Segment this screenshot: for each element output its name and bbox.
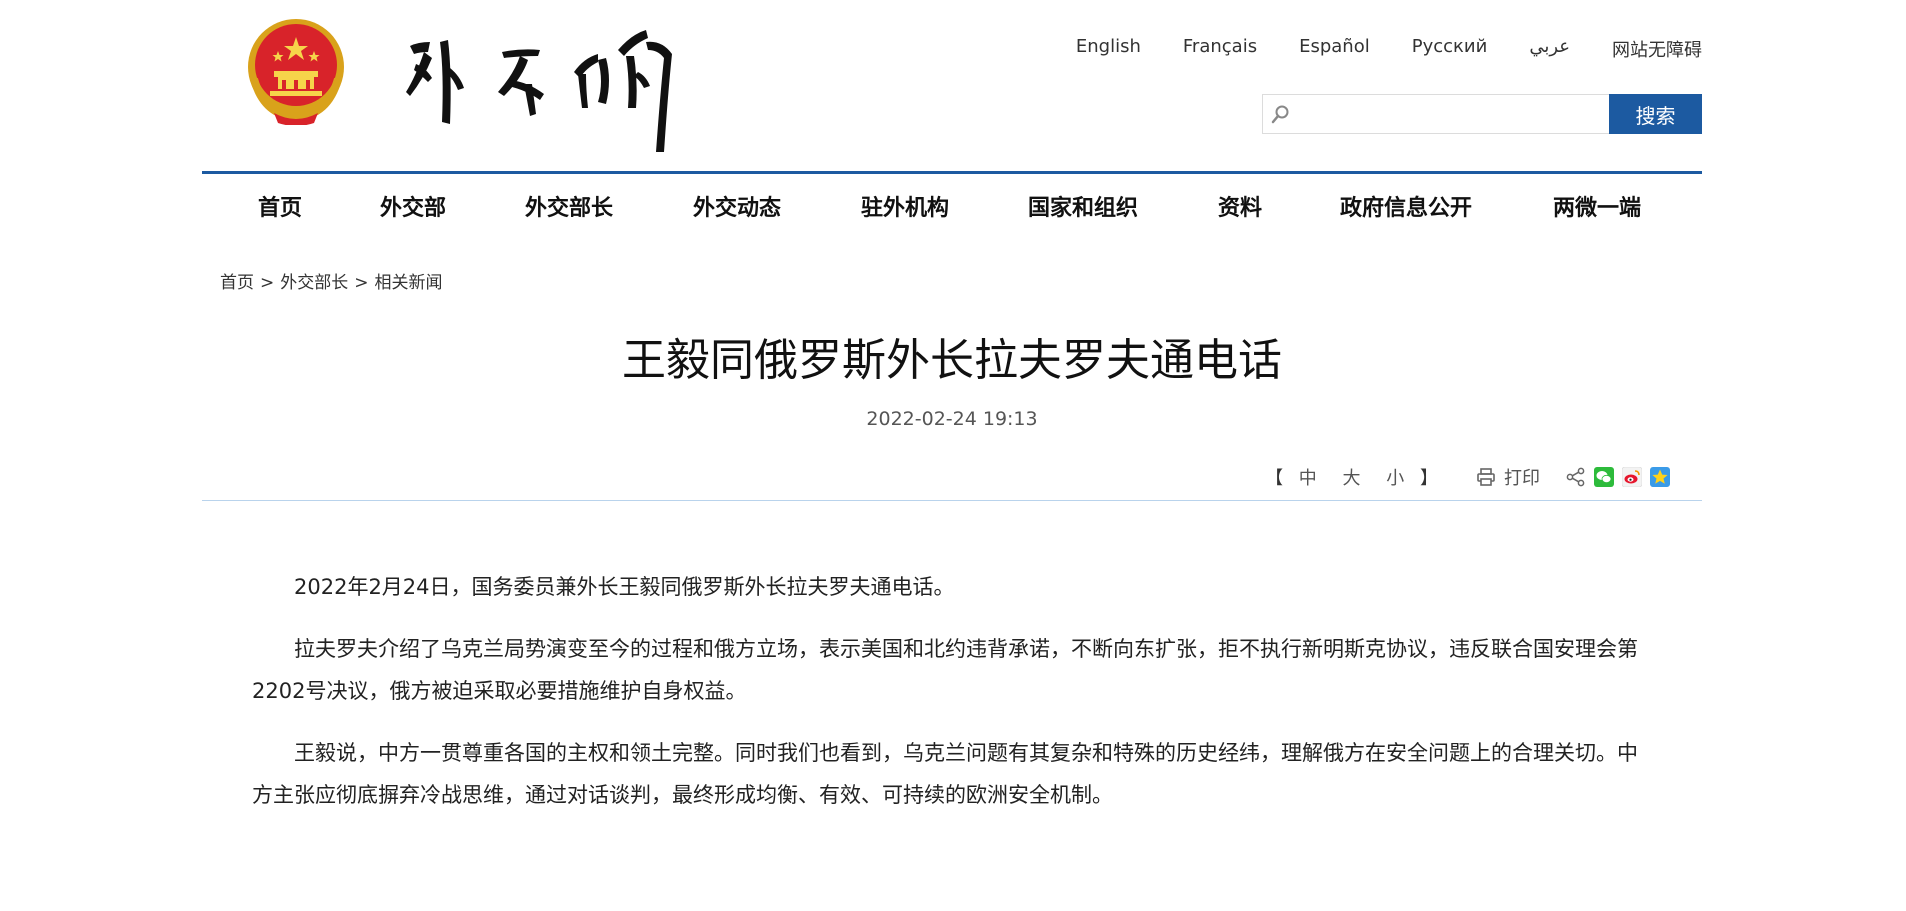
breadcrumb-minister[interactable]: 外交部长 (280, 273, 348, 293)
nav-home[interactable]: 首页 (258, 190, 302, 222)
nav-ministry[interactable]: 外交部 (380, 190, 446, 222)
main-nav: 首页 外交部 外交部长 外交动态 驻外机构 国家和组织 资料 政府信息公开 两微… (202, 190, 1702, 224)
font-size-controls: 【 中 大 小 】 (1265, 464, 1438, 490)
nav-missions-abroad[interactable]: 驻外机构 (861, 190, 949, 222)
breadcrumb-home[interactable]: 首页 (220, 273, 254, 293)
search-input[interactable] (1263, 95, 1609, 133)
nav-government-information[interactable]: 政府信息公开 (1340, 190, 1472, 222)
nav-social-media[interactable]: 两微一端 (1553, 190, 1641, 222)
breadcrumb-separator: > (354, 273, 369, 293)
article-body: 2022年2月24日，国务委员兼外长王毅同俄罗斯外长拉夫罗夫通电话。 拉夫罗夫介… (252, 566, 1652, 836)
toolbar-divider (202, 500, 1702, 501)
font-size-medium-button[interactable]: 大 (1343, 468, 1361, 489)
ministry-calligraphy-logo[interactable] (402, 12, 692, 158)
language-bar: English Français Español Русский عربي 网站… (1034, 36, 1702, 62)
print-button[interactable]: 打印 (1476, 464, 1540, 490)
bracket-close: 】 (1420, 468, 1438, 489)
article-paragraph: 王毅说，中方一贯尊重各国的主权和领土完整。同时我们也看到，乌克兰问题有其复杂和特… (252, 741, 1638, 807)
article-title: 王毅同俄罗斯外长拉夫罗夫通电话 (622, 335, 1282, 386)
national-emblem-logo[interactable] (244, 17, 348, 125)
weibo-icon[interactable] (1622, 467, 1642, 487)
breadcrumb: 首页 > 外交部长 > 相关新闻 (220, 268, 443, 293)
lang-english-link[interactable]: English (1076, 36, 1141, 62)
lang-arabic-link[interactable]: عربي (1529, 36, 1570, 62)
search-bar: 搜索 (1262, 94, 1702, 134)
lang-spanish-link[interactable]: Español (1299, 36, 1370, 62)
breadcrumb-related-news[interactable]: 相关新闻 (375, 273, 443, 293)
page: English Français Español Русский عربي 网站… (202, 0, 1702, 911)
share-icon[interactable] (1566, 467, 1586, 487)
search-button[interactable]: 搜索 (1609, 94, 1702, 134)
nav-resources[interactable]: 资料 (1218, 190, 1262, 222)
print-label: 打印 (1504, 468, 1540, 489)
font-size-small-button[interactable]: 小 (1386, 468, 1404, 489)
article-paragraph: 拉夫罗夫介绍了乌克兰局势演变至今的过程和俄方立场，表示美国和北约违背承诺，不断向… (252, 637, 1638, 703)
nav-minister[interactable]: 外交部长 (525, 190, 613, 222)
breadcrumb-separator: > (260, 273, 275, 293)
article-date: 2022-02-24 19:13 (866, 408, 1038, 430)
wechat-icon[interactable] (1594, 467, 1614, 487)
qzone-icon[interactable] (1650, 467, 1670, 487)
accessibility-link[interactable]: 网站无障碍 (1612, 36, 1702, 62)
nav-diplomatic-news[interactable]: 外交动态 (693, 190, 781, 222)
lang-russian-link[interactable]: Русский (1412, 36, 1488, 62)
printer-icon (1477, 468, 1495, 486)
share-controls (1566, 467, 1670, 487)
bracket-open: 【 (1265, 468, 1284, 489)
lang-french-link[interactable]: Français (1183, 36, 1257, 62)
nav-divider (202, 171, 1702, 174)
font-size-large-button[interactable]: 中 (1299, 468, 1317, 489)
nav-countries-organizations[interactable]: 国家和组织 (1028, 190, 1138, 222)
search-box (1262, 94, 1609, 134)
article-toolbar: 【 中 大 小 】 打印 (1265, 464, 1670, 490)
article-paragraph: 2022年2月24日，国务委员兼外长王毅同俄罗斯外长拉夫罗夫通电话。 (294, 575, 955, 599)
search-icon (1271, 105, 1289, 124)
